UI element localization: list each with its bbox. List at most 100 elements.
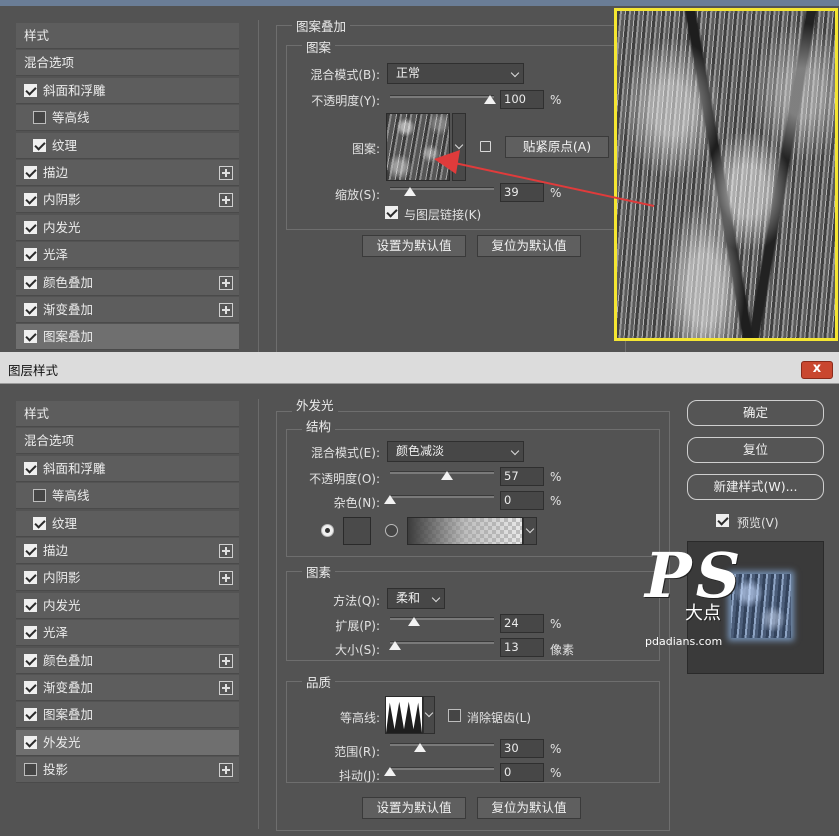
style-item-checkbox[interactable] (33, 489, 46, 503)
contour-picker-toggle[interactable] (423, 696, 435, 734)
add-effect-icon[interactable] (219, 193, 233, 208)
style-item-checkbox[interactable] (33, 516, 46, 530)
range-slider-track[interactable] (390, 743, 494, 746)
reset-default-button[interactable]: 复位为默认值 (477, 235, 581, 257)
style-item[interactable]: 斜面和浮雕 (16, 455, 239, 482)
contour-swatch[interactable] (385, 696, 423, 734)
link-with-layer-checkbox[interactable] (385, 206, 398, 219)
opacity-input[interactable]: 57 (500, 467, 544, 486)
add-effect-icon[interactable] (219, 681, 233, 695)
style-item-checkbox[interactable] (33, 138, 46, 152)
add-effect-icon[interactable] (219, 763, 233, 778)
add-effect-icon[interactable] (219, 166, 233, 180)
opacity-input[interactable]: 100 (500, 90, 544, 109)
style-item[interactable]: 内发光 (16, 214, 239, 241)
style-item-checkbox[interactable] (24, 220, 37, 234)
jitter-input[interactable]: 0 (500, 763, 544, 782)
style-item-checkbox[interactable] (24, 166, 37, 179)
style-item-checkbox[interactable] (24, 598, 37, 612)
style-item[interactable]: 样式 (16, 23, 239, 49)
method-select[interactable]: 柔和 (387, 588, 445, 609)
scale-slider-thumb[interactable] (403, 187, 416, 196)
style-item[interactable]: 描边 (16, 160, 239, 186)
style-item[interactable]: 颜色叠加 (16, 269, 239, 296)
add-effect-icon[interactable] (219, 571, 233, 586)
add-effect-icon[interactable] (219, 544, 233, 558)
style-item-checkbox[interactable] (24, 735, 37, 749)
add-effect-icon[interactable] (219, 303, 233, 317)
antialias-checkbox[interactable] (448, 709, 461, 722)
noise-input[interactable]: 0 (500, 491, 544, 510)
opacity-slider-thumb[interactable] (484, 95, 496, 104)
spread-slider-track[interactable] (390, 617, 494, 620)
style-item[interactable]: 等高线 (16, 105, 239, 132)
style-item[interactable]: 样式 (16, 401, 239, 427)
style-item-checkbox[interactable] (24, 544, 37, 557)
style-item-checkbox[interactable] (24, 681, 37, 694)
style-item[interactable]: 渐变叠加 (16, 675, 239, 701)
style-item[interactable]: 渐变叠加 (16, 297, 239, 323)
style-item-checkbox[interactable] (24, 248, 37, 262)
style-item-label: 内发光 (43, 597, 81, 613)
spread-slider-thumb[interactable] (408, 617, 420, 626)
style-item-checkbox[interactable] (24, 330, 37, 344)
add-effect-icon[interactable] (219, 653, 233, 668)
jitter-slider-track[interactable] (390, 767, 494, 770)
style-item[interactable]: 等高线 (16, 483, 239, 510)
blend-mode-select[interactable]: 颜色减淡 (387, 441, 524, 462)
style-item[interactable]: 描边 (16, 538, 239, 564)
style-item[interactable]: 内发光 (16, 592, 239, 619)
style-item-checkbox[interactable] (33, 111, 46, 125)
noise-slider-track[interactable] (390, 495, 494, 498)
style-item-checkbox[interactable] (24, 275, 37, 289)
style-item[interactable]: 外发光 (16, 729, 239, 756)
style-item[interactable]: 图案叠加 (16, 324, 239, 351)
size-input[interactable]: 13 (500, 638, 544, 657)
new-style-button[interactable]: 新建样式(W)... (687, 474, 824, 500)
solid-color-radio[interactable] (321, 524, 334, 537)
style-item[interactable]: 内阴影 (16, 187, 239, 214)
style-item[interactable]: 混合选项 (16, 50, 239, 77)
reset-default-button[interactable]: 复位为默认值 (477, 797, 581, 819)
style-item[interactable]: 纹理 (16, 132, 239, 159)
size-slider-track[interactable] (390, 641, 494, 644)
opacity-slider-thumb[interactable] (441, 471, 453, 480)
style-item-checkbox[interactable] (24, 571, 37, 585)
style-item[interactable]: 颜色叠加 (16, 647, 239, 674)
style-item[interactable]: 图案叠加 (16, 702, 239, 729)
style-item-checkbox[interactable] (24, 461, 37, 475)
style-item-checkbox[interactable] (24, 653, 37, 667)
jitter-slider-thumb[interactable] (384, 767, 396, 776)
style-item[interactable]: 内阴影 (16, 565, 239, 592)
style-item[interactable]: 投影 (16, 757, 239, 784)
set-default-button[interactable]: 设置为默认值 (362, 235, 466, 257)
style-item-checkbox[interactable] (24, 763, 37, 777)
blend-mode-select[interactable]: 正常 (387, 63, 524, 84)
style-item-checkbox[interactable] (24, 193, 37, 207)
style-item-checkbox[interactable] (24, 708, 37, 722)
ok-button[interactable]: 确定 (687, 400, 824, 426)
spread-input[interactable]: 24 (500, 614, 544, 633)
noise-slider-thumb[interactable] (384, 495, 396, 504)
range-slider-thumb[interactable] (414, 743, 426, 752)
style-item-checkbox[interactable] (24, 626, 37, 640)
set-default-button[interactable]: 设置为默认值 (362, 797, 466, 819)
opacity-slider-track[interactable] (390, 95, 494, 98)
close-button[interactable]: x (801, 361, 833, 379)
preview-checkbox[interactable] (716, 514, 729, 527)
style-item-checkbox[interactable] (24, 303, 37, 316)
glow-color-swatch[interactable] (343, 517, 371, 545)
gradient-radio[interactable] (385, 524, 398, 537)
style-item[interactable]: 光泽 (16, 242, 239, 269)
gradient-swatch[interactable] (407, 517, 523, 545)
reset-button[interactable]: 复位 (687, 437, 824, 463)
add-effect-icon[interactable] (219, 275, 233, 290)
range-input[interactable]: 30 (500, 739, 544, 758)
style-item[interactable]: 斜面和浮雕 (16, 77, 239, 104)
gradient-picker-toggle[interactable] (523, 517, 537, 545)
size-slider-thumb[interactable] (389, 641, 401, 650)
style-item[interactable]: 纹理 (16, 510, 239, 537)
style-item[interactable]: 光泽 (16, 620, 239, 647)
style-item-checkbox[interactable] (24, 83, 37, 97)
style-item[interactable]: 混合选项 (16, 428, 239, 455)
